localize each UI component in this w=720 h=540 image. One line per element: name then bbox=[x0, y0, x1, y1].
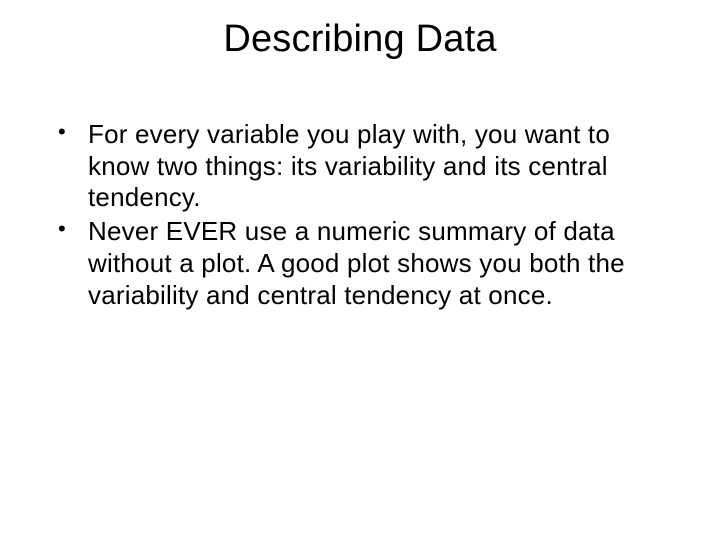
slide: Describing Data For every variable you p… bbox=[0, 0, 720, 540]
slide-title: Describing Data bbox=[50, 18, 670, 61]
bullet-list: For every variable you play with, you wa… bbox=[50, 119, 670, 311]
bullet-item: Never EVER use a numeric summary of data… bbox=[50, 216, 670, 311]
bullet-item: For every variable you play with, you wa… bbox=[50, 119, 670, 214]
